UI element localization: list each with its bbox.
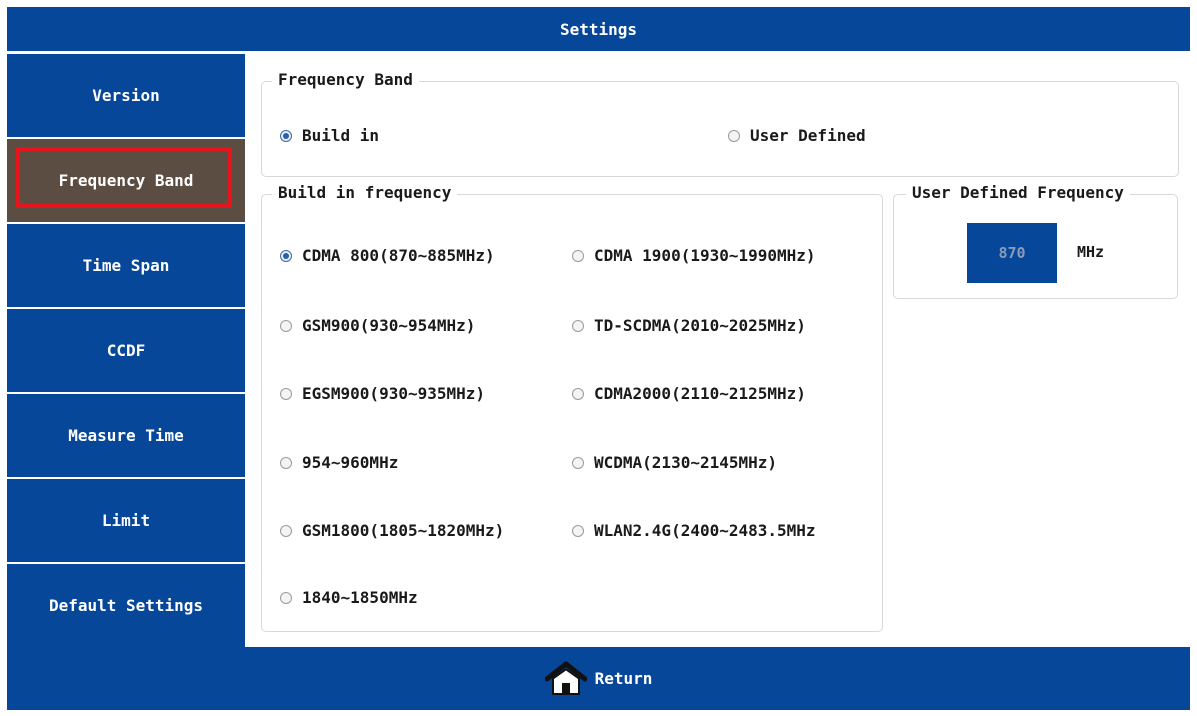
radio-1840-1850[interactable]: 1840~1850MHz bbox=[280, 588, 418, 607]
radio-gsm900[interactable]: GSM900(930~954MHz) bbox=[280, 316, 475, 335]
radio-checked-icon bbox=[280, 249, 292, 262]
radio-label: Build in bbox=[302, 126, 380, 145]
radio-unchecked-icon bbox=[572, 387, 584, 400]
sidebar-item-default-settings[interactable]: Default Settings bbox=[7, 564, 245, 647]
radio-unchecked-icon bbox=[572, 524, 584, 537]
group-title: Build in frequency bbox=[272, 181, 458, 205]
radio-cdma-1900[interactable]: CDMA 1900(1930~1990MHz) bbox=[572, 246, 816, 265]
radio-label: GSM900(930~954MHz) bbox=[302, 316, 476, 335]
frequency-input[interactable]: 870 bbox=[967, 223, 1057, 283]
sidebar-item-ccdf[interactable]: CCDF bbox=[7, 309, 245, 392]
radio-egsm900[interactable]: EGSM900(930~935MHz) bbox=[280, 384, 485, 403]
radio-954-960[interactable]: 954~960MHz bbox=[280, 453, 398, 472]
radio-label: User Defined bbox=[750, 126, 866, 145]
radio-td-scdma[interactable]: TD-SCDMA(2010~2025MHz) bbox=[572, 316, 806, 335]
sidebar-item-version[interactable]: Version bbox=[7, 54, 245, 137]
return-label: Return bbox=[594, 669, 653, 688]
home-icon bbox=[544, 661, 587, 695]
radio-unchecked-icon bbox=[572, 456, 584, 469]
radio-cdma2000[interactable]: CDMA2000(2110~2125MHz) bbox=[572, 384, 806, 403]
radio-unchecked-icon bbox=[280, 524, 292, 537]
radio-build-in[interactable]: Build in bbox=[280, 126, 379, 145]
sidebar: Version Frequency Band Time Span CCDF Me… bbox=[7, 51, 245, 647]
radio-unchecked-icon bbox=[280, 319, 292, 332]
sidebar-item-limit[interactable]: Limit bbox=[7, 479, 245, 562]
group-title: Frequency Band bbox=[272, 68, 419, 92]
radio-wcdma[interactable]: WCDMA(2130~2145MHz) bbox=[572, 453, 777, 472]
sidebar-item-label: Limit bbox=[101, 511, 151, 530]
sidebar-item-label: Measure Time bbox=[68, 426, 184, 445]
page-title: Settings bbox=[559, 19, 638, 39]
radio-label: 1840~1850MHz bbox=[302, 588, 418, 607]
radio-unchecked-icon bbox=[572, 249, 584, 262]
return-button[interactable]: Return bbox=[7, 647, 1190, 710]
settings-window: Settings Version Frequency Band Time Spa… bbox=[7, 7, 1190, 710]
radio-label: WLAN2.4G(2400~2483.5MHz bbox=[594, 521, 816, 540]
sidebar-item-measure-time[interactable]: Measure Time bbox=[7, 394, 245, 477]
radio-wlan24g[interactable]: WLAN2.4G(2400~2483.5MHz bbox=[572, 521, 816, 540]
radio-label: 954~960MHz bbox=[302, 453, 399, 472]
radio-label: CDMA2000(2110~2125MHz) bbox=[594, 384, 806, 403]
radio-checked-icon bbox=[280, 129, 292, 142]
sidebar-item-label: Frequency Band bbox=[58, 171, 194, 190]
radio-unchecked-icon bbox=[728, 129, 740, 142]
sidebar-item-frequency-band[interactable]: Frequency Band bbox=[7, 139, 245, 222]
radio-label: EGSM900(930~935MHz) bbox=[302, 384, 486, 403]
radio-unchecked-icon bbox=[280, 387, 292, 400]
radio-unchecked-icon bbox=[280, 456, 292, 469]
user-defined-frequency-group: User Defined Frequency 870 MHz bbox=[893, 181, 1178, 299]
radio-gsm1800[interactable]: GSM1800(1805~1820MHz) bbox=[280, 521, 504, 540]
sidebar-item-label: Time Span bbox=[82, 256, 170, 275]
content-panel: Frequency Band Build in User Defined Bui… bbox=[245, 51, 1190, 647]
sidebar-item-label: Version bbox=[92, 86, 160, 105]
radio-label: WCDMA(2130~2145MHz) bbox=[594, 453, 778, 472]
radio-label: TD-SCDMA(2010~2025MHz) bbox=[594, 316, 806, 335]
radio-label: GSM1800(1805~1820MHz) bbox=[302, 521, 505, 540]
radio-unchecked-icon bbox=[280, 591, 292, 604]
title-bar: Settings bbox=[7, 7, 1190, 51]
radio-label: CDMA 800(870~885MHz) bbox=[302, 246, 495, 265]
frequency-band-group: Frequency Band Build in User Defined bbox=[261, 68, 1179, 177]
build-in-frequency-group: Build in frequency CDMA 800(870~885MHz) … bbox=[261, 181, 883, 632]
radio-user-defined[interactable]: User Defined bbox=[728, 126, 866, 145]
radio-unchecked-icon bbox=[572, 319, 584, 332]
frequency-unit: MHz bbox=[1077, 243, 1105, 261]
radio-cdma-800[interactable]: CDMA 800(870~885MHz) bbox=[280, 246, 495, 265]
sidebar-item-label: Default Settings bbox=[48, 596, 204, 615]
group-title: User Defined Frequency bbox=[906, 181, 1130, 205]
sidebar-item-time-span[interactable]: Time Span bbox=[7, 224, 245, 307]
radio-label: CDMA 1900(1930~1990MHz) bbox=[594, 246, 816, 265]
sidebar-item-label: CCDF bbox=[106, 341, 146, 360]
